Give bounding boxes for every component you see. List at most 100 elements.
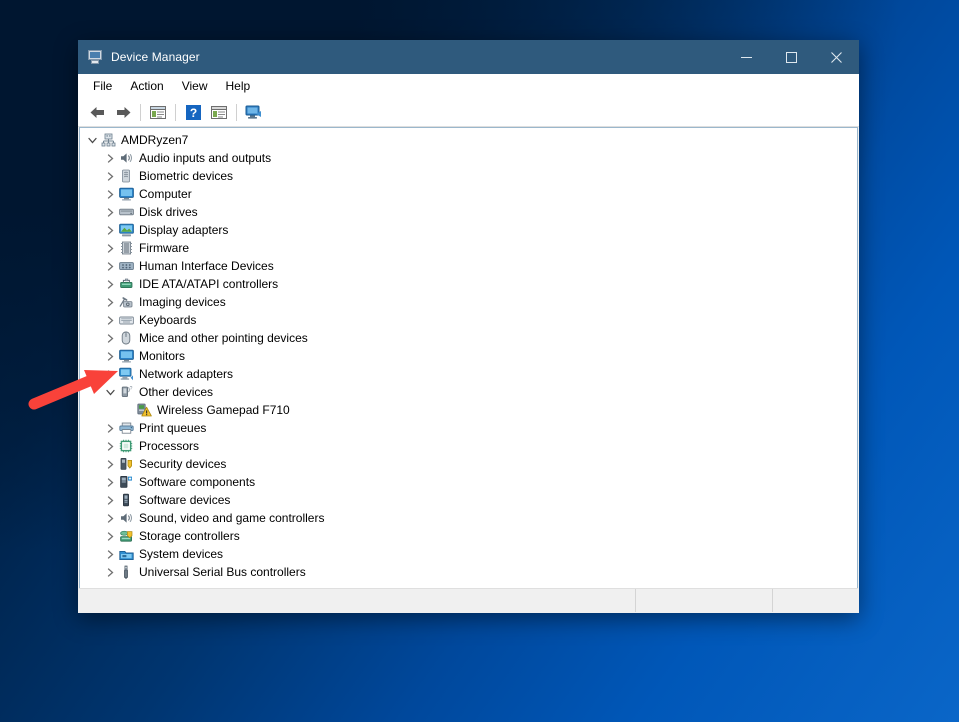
monitor-icon [118,186,134,202]
unknown-device-warning-icon [136,402,152,418]
toolbar-separator [236,104,237,121]
chevron-right-icon[interactable] [102,438,118,454]
tree-item-audio-inputs-and-outputs[interactable]: Audio inputs and outputs [80,149,857,167]
tree-root-label: AMDRyzen7 [121,133,189,147]
statusbar [79,588,858,612]
chevron-right-icon[interactable] [102,330,118,346]
close-button[interactable] [814,40,859,74]
chevron-right-icon[interactable] [102,546,118,562]
tree-item-universal-serial-bus-controllers[interactable]: Universal Serial Bus controllers [80,563,857,581]
computer-node-icon [100,132,116,148]
tree-item-firmware[interactable]: Firmware [80,239,857,257]
tree-item-label: Biometric devices [139,169,234,183]
chevron-right-icon[interactable] [102,528,118,544]
tree-item-computer[interactable]: Computer [80,185,857,203]
fingerprint-icon [118,168,134,184]
toolbar: ? [78,99,859,127]
chevron-right-icon[interactable] [102,240,118,256]
tree-item-wireless-gamepad-f710[interactable]: Wireless Gamepad F710 [80,401,857,419]
tree-item-other-devices[interactable]: ? Other devices [80,383,857,401]
chevron-right-icon[interactable] [102,348,118,364]
tree-item-ide-ata-atapi-controllers[interactable]: IDE ATA/ATAPI controllers [80,275,857,293]
show-hide-console-tree-icon[interactable] [145,101,171,124]
chevron-right-icon[interactable] [102,510,118,526]
tree-item-monitors[interactable]: Monitors [80,347,857,365]
chevron-right-icon[interactable] [102,258,118,274]
chevron-down-icon[interactable] [84,132,100,148]
network-adapter-icon [118,366,134,382]
software-component-icon [118,474,134,490]
window-titlebar[interactable]: Device Manager [78,40,859,74]
tree-item-processors[interactable]: Processors [80,437,857,455]
device-tree[interactable]: AMDRyzen7 Audio inputs and outputs Biomet… [79,127,858,588]
tree-item-biometric-devices[interactable]: Biometric devices [80,167,857,185]
tree-item-security-devices[interactable]: Security devices [80,455,857,473]
tree-item-label: Network adapters [139,367,234,381]
menu-view[interactable]: View [173,76,217,96]
chevron-right-icon[interactable] [102,204,118,220]
chevron-right-icon[interactable] [102,492,118,508]
tree-item-label: Monitors [139,349,186,363]
chevron-right-icon[interactable] [102,150,118,166]
tree-item-label: Wireless Gamepad F710 [157,403,290,417]
chevron-right-icon[interactable] [102,564,118,580]
forward-arrow-icon[interactable] [110,101,136,124]
tree-item-label: Audio inputs and outputs [139,151,272,165]
tree-item-network-adapters[interactable]: Network adapters [80,365,857,383]
tree-item-label: Human Interface Devices [139,259,274,273]
chevron-right-icon[interactable] [102,186,118,202]
statusbar-pane-2 [636,589,773,612]
tree-item-label: Mice and other pointing devices [139,331,308,345]
tree-item-system-devices[interactable]: System devices [80,545,857,563]
chevron-right-icon[interactable] [102,294,118,310]
back-arrow-icon[interactable] [84,101,110,124]
statusbar-pane-1 [79,589,636,612]
tree-item-label: Storage controllers [139,529,240,543]
mouse-icon [118,330,134,346]
menu-action[interactable]: Action [121,76,172,96]
tree-item-imaging-devices[interactable]: Imaging devices [80,293,857,311]
chevron-right-icon[interactable] [102,366,118,382]
window-controls [724,40,859,74]
tree-item-software-components[interactable]: Software components [80,473,857,491]
chevron-right-icon[interactable] [102,168,118,184]
security-device-icon [118,456,134,472]
tree-item-label: Firmware [139,241,189,255]
chevron-down-icon[interactable] [102,384,118,400]
toolbar-separator [140,104,141,121]
tree-item-disk-drives[interactable]: Disk drives [80,203,857,221]
chevron-right-icon[interactable] [102,276,118,292]
chevron-right-icon[interactable] [102,420,118,436]
chevron-right-icon[interactable] [102,474,118,490]
chevron-right-icon[interactable] [102,222,118,238]
keyboard-icon [118,312,134,328]
minimize-button[interactable] [724,40,769,74]
display-adapter-icon [118,222,134,238]
other-device-icon: ? [118,384,134,400]
tree-item-storage-controllers[interactable]: Storage controllers [80,527,857,545]
scan-for-hardware-changes-icon[interactable] [241,101,267,124]
maximize-button[interactable] [769,40,814,74]
menu-file[interactable]: File [84,76,121,96]
tree-item-software-devices[interactable]: Software devices [80,491,857,509]
properties-icon[interactable] [206,101,232,124]
tree-item-print-queues[interactable]: Print queues [80,419,857,437]
tree-item-label: IDE ATA/ATAPI controllers [139,277,279,291]
tree-node-list: Audio inputs and outputs Biometric device… [80,149,857,581]
tree-item-label: Disk drives [139,205,198,219]
chevron-right-icon[interactable] [102,312,118,328]
menu-help[interactable]: Help [217,76,260,96]
tree-item-mice-and-other-pointing-devices[interactable]: Mice and other pointing devices [80,329,857,347]
tree-root-amdryzen7[interactable]: AMDRyzen7 [80,131,857,149]
tree-item-label: Other devices [139,385,214,399]
help-icon[interactable]: ? [180,101,206,124]
monitor-icon [118,348,134,364]
chevron-right-icon[interactable] [102,456,118,472]
tree-item-label: Keyboards [139,313,197,327]
device-manager-window: Device Manager File Action View Help ? A… [78,40,859,613]
tree-item-display-adapters[interactable]: Display adapters [80,221,857,239]
tree-item-keyboards[interactable]: Keyboards [80,311,857,329]
tree-item-sound-video-and-game-controllers[interactable]: Sound, video and game controllers [80,509,857,527]
tree-item-human-interface-devices[interactable]: Human Interface Devices [80,257,857,275]
